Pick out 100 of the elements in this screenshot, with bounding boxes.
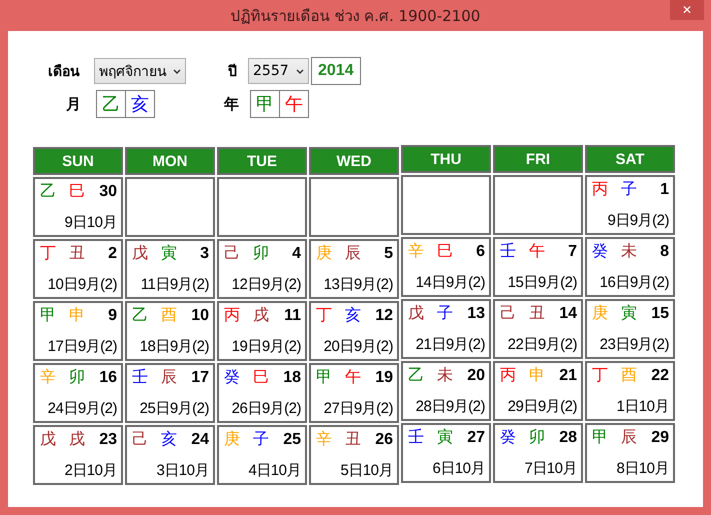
day-number: 10 — [191, 306, 209, 324]
lunar-date: 4日10月 — [248, 461, 301, 480]
year-dropdown[interactable]: 2557 — [248, 58, 309, 84]
lunar-date: 8日10月 — [616, 459, 669, 478]
lunar-date: 7日10月 — [524, 459, 577, 478]
branch-character: 亥 — [161, 429, 177, 450]
stem-character: 戊 — [408, 303, 424, 324]
stem-character: 壬 — [500, 241, 516, 262]
day-cell[interactable]: 丙 子 1 9日9月(2) — [585, 175, 675, 235]
lunar-date: 12日9月(2) — [232, 275, 301, 294]
day-cell[interactable]: 丙 申 21 29日9月(2) — [493, 361, 583, 421]
lunar-date: 17日9月(2) — [48, 337, 117, 356]
month-ganzhi-label: 月 — [66, 94, 82, 114]
day-number: 23 — [99, 430, 117, 448]
lunar-date: 23日9月(2) — [600, 335, 669, 354]
day-cell[interactable]: 壬 辰 17 25日9月(2) — [125, 363, 215, 423]
branch-character: 未 — [621, 241, 637, 262]
day-cell[interactable]: 乙 未 20 28日9月(2) — [401, 361, 491, 421]
lunar-date: 2日10月 — [64, 461, 117, 480]
day-cell[interactable]: 庚 子 25 4日10月 — [217, 425, 307, 485]
day-number: 29 — [651, 428, 669, 446]
year-ad-field: 2014 — [311, 57, 361, 85]
ganzhi-character: 甲 — [255, 93, 275, 117]
stem-character: 辛 — [408, 241, 424, 262]
branch-character: 辰 — [345, 243, 361, 264]
day-cell[interactable]: 戊 子 13 21日9月(2) — [401, 299, 491, 359]
stem-character: 丙 — [592, 179, 608, 200]
day-cell[interactable]: 乙 巳 30 9日10月 — [33, 177, 123, 237]
ganzhi-character: 亥 — [125, 91, 154, 117]
stem-character: 庚 — [224, 429, 240, 450]
day-cell[interactable]: 戊 寅 3 11日9月(2) — [125, 239, 215, 299]
stem-character: 壬 — [132, 367, 148, 388]
stem-character: 庚 — [316, 243, 332, 264]
branch-character: 辰 — [621, 427, 637, 448]
day-number: 2 — [108, 244, 117, 262]
day-number: 8 — [660, 242, 669, 260]
day-number: 25 — [283, 430, 301, 448]
day-number: 3 — [200, 244, 209, 262]
lunar-date: 28日9月(2) — [416, 397, 485, 416]
lunar-date: 19日9月(2) — [232, 337, 301, 356]
day-cell[interactable]: 己 卯 4 12日9月(2) — [217, 239, 307, 299]
day-cell[interactable]: 己 亥 24 3日10月 — [125, 425, 215, 485]
day-cell[interactable]: 辛 丑 26 5日10月 — [309, 425, 399, 485]
caret-icon — [173, 68, 181, 74]
day-cell[interactable]: 甲 午 19 27日9月(2) — [309, 363, 399, 423]
day-cell[interactable]: 庚 寅 15 23日9月(2) — [585, 299, 675, 359]
day-number: 7 — [568, 242, 577, 260]
lunar-date: 5日10月 — [340, 461, 393, 480]
day-number: 18 — [283, 368, 301, 386]
day-cell[interactable]: 丙 戌 11 19日9月(2) — [217, 301, 307, 361]
day-cell[interactable]: 乙 酉 10 18日9月(2) — [125, 301, 215, 361]
stem-character: 丁 — [40, 243, 56, 264]
stem-character: 癸 — [592, 241, 608, 262]
lunar-date: 26日9月(2) — [232, 399, 301, 418]
stem-character: 己 — [224, 243, 240, 264]
day-cell[interactable]: 壬 寅 27 6日10月 — [401, 423, 491, 483]
branch-character: 巳 — [437, 241, 453, 262]
branch-character: 寅 — [161, 243, 177, 264]
day-number: 22 — [651, 366, 669, 384]
branch-character: 丑 — [69, 243, 85, 264]
day-cell[interactable]: 辛 巳 6 14日9月(2) — [401, 237, 491, 297]
lunar-date: 29日9月(2) — [508, 397, 577, 416]
month-dropdown[interactable]: พฤศจิกายน — [94, 58, 186, 84]
close-button[interactable]: ✕ — [670, 0, 704, 20]
stem-character: 戊 — [40, 429, 56, 450]
day-cell[interactable]: 癸 未 8 16日9月(2) — [585, 237, 675, 297]
stem-character: 辛 — [316, 429, 332, 450]
day-cell[interactable]: 己 丑 14 22日9月(2) — [493, 299, 583, 359]
branch-character: 酉 — [161, 305, 177, 326]
branch-character: 午 — [529, 241, 545, 262]
lunar-date: 21日9月(2) — [416, 335, 485, 354]
day-cell[interactable]: 癸 巳 18 26日9月(2) — [217, 363, 307, 423]
day-number: 16 — [99, 368, 117, 386]
window-title: ปฏิทินรายเดือน ช่วง ค.ศ. 1900-2100 — [230, 6, 480, 26]
branch-character: 巳 — [69, 181, 85, 202]
branch-character: 卯 — [529, 427, 545, 448]
day-cell[interactable]: 丁 丑 2 10日9月(2) — [33, 239, 123, 299]
stem-character: 甲 — [316, 367, 332, 388]
day-number: 12 — [375, 306, 393, 324]
day-cell[interactable]: 戊 戌 23 2日10月 — [33, 425, 123, 485]
lunar-date: 24日9月(2) — [48, 399, 117, 418]
day-number: 26 — [375, 430, 393, 448]
day-cell[interactable]: 甲 辰 29 8日10月 — [585, 423, 675, 483]
day-cell[interactable]: 甲 申 9 17日9月(2) — [33, 301, 123, 361]
branch-character: 寅 — [621, 303, 637, 324]
lunar-date: 20日9月(2) — [324, 337, 393, 356]
day-cell[interactable]: 辛 卯 16 24日9月(2) — [33, 363, 123, 423]
stem-character: 戊 — [132, 243, 148, 264]
branch-character: 午 — [345, 367, 361, 388]
day-cell[interactable]: 庚 辰 5 13日9月(2) — [309, 239, 399, 299]
day-number: 24 — [191, 430, 209, 448]
lunar-date: 25日9月(2) — [140, 399, 209, 418]
day-cell[interactable]: 丁 亥 12 20日9月(2) — [309, 301, 399, 361]
day-cell[interactable]: 癸 卯 28 7日10月 — [493, 423, 583, 483]
stem-character: 癸 — [500, 427, 516, 448]
stem-character: 甲 — [592, 427, 608, 448]
lunar-date: 13日9月(2) — [324, 275, 393, 294]
day-cell[interactable]: 丁 酉 22 1日10月 — [585, 361, 675, 421]
day-number: 13 — [467, 304, 485, 322]
day-cell[interactable]: 壬 午 7 15日9月(2) — [493, 237, 583, 297]
